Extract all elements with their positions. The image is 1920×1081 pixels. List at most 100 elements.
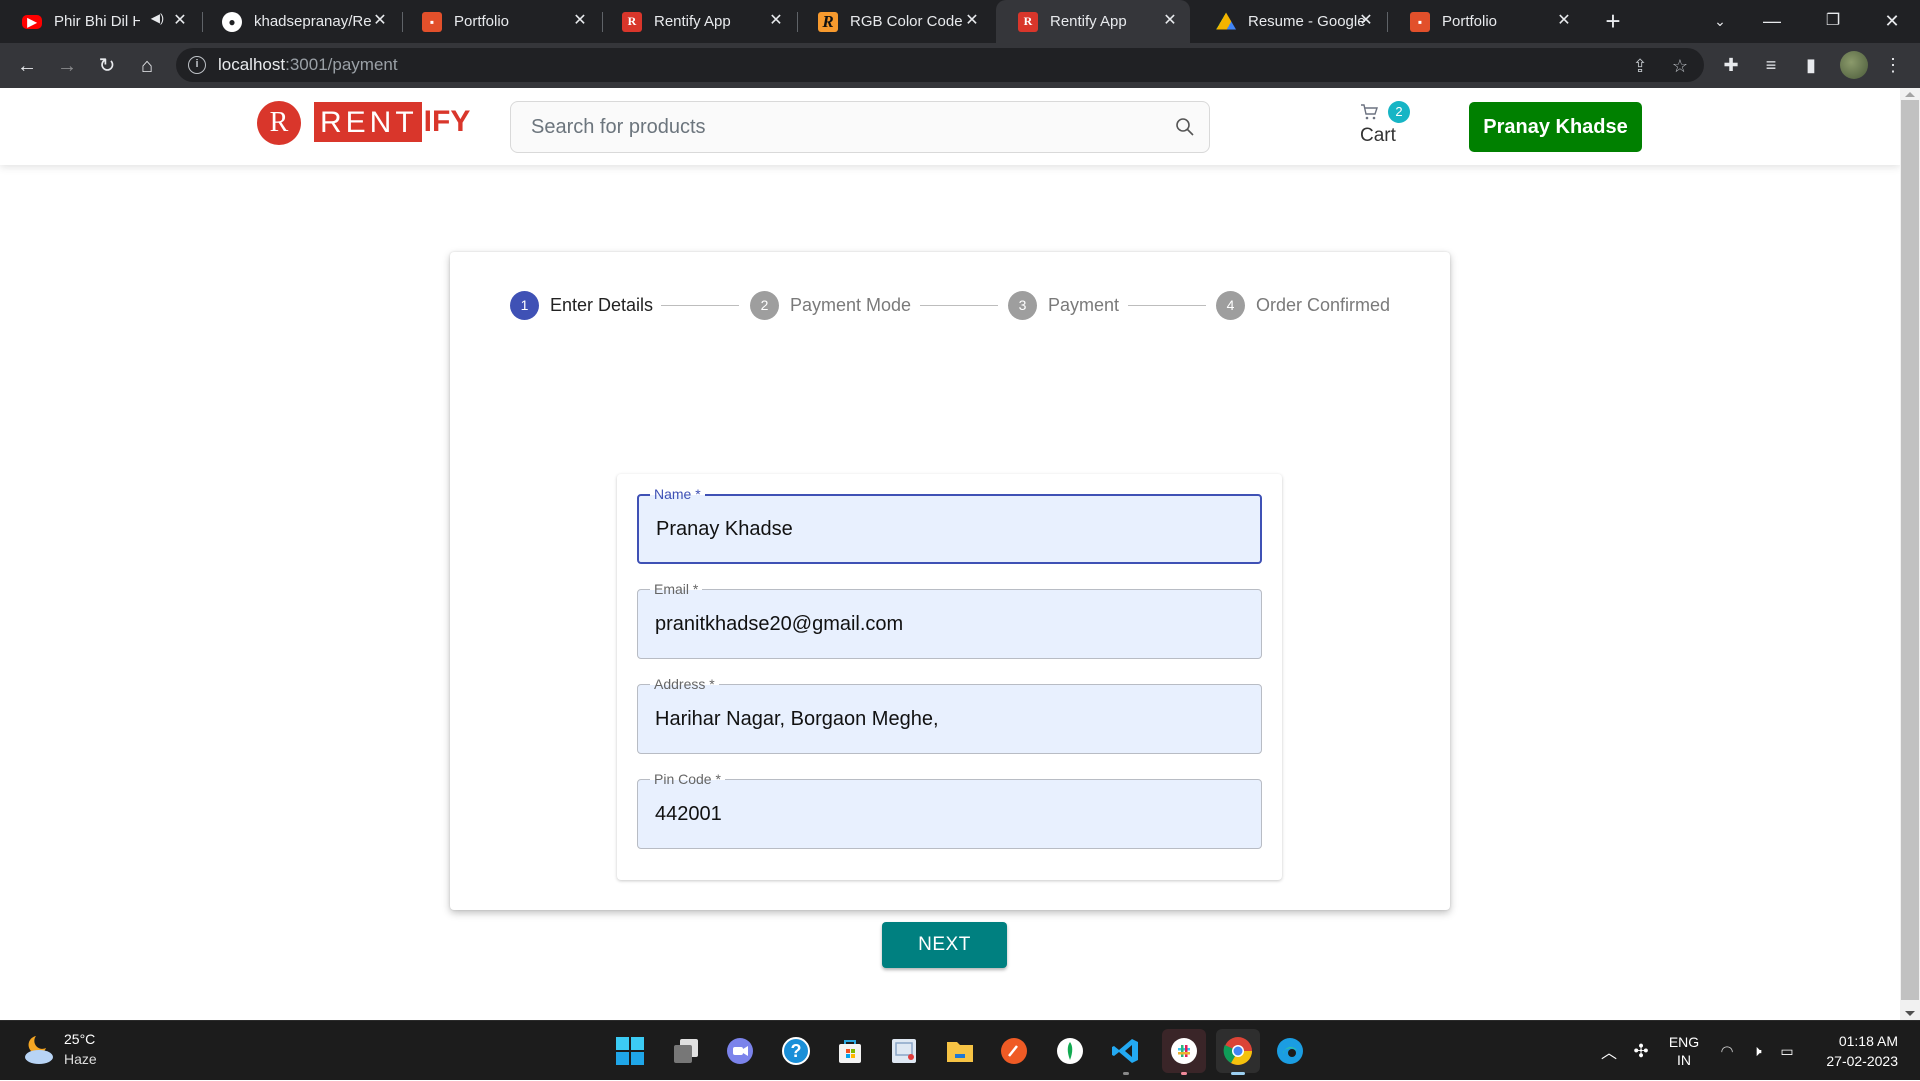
running-indicator bbox=[1123, 1072, 1129, 1075]
system-clock[interactable]: 01:18 AM 27-02-2023 bbox=[1826, 1031, 1898, 1071]
slack-icon[interactable] bbox=[1162, 1029, 1206, 1075]
home-button[interactable]: ⌂ bbox=[132, 51, 162, 81]
address-input[interactable] bbox=[638, 685, 1261, 753]
rentify-logo-icon[interactable]: R bbox=[257, 101, 301, 145]
browser-tab-strip: ▶ Phir Bhi Dil Ha ◀) ✕ ● khadsepranay/Re… bbox=[0, 0, 1920, 43]
site-info-icon[interactable]: i bbox=[188, 56, 206, 74]
browser-tab[interactable]: ▪ Portfolio ✕ bbox=[400, 0, 600, 43]
step-connector bbox=[920, 305, 998, 306]
chrome-icon[interactable] bbox=[1216, 1029, 1260, 1075]
snipping-tool-icon[interactable] bbox=[886, 1033, 922, 1069]
browser-tab[interactable]: R Rentify App ✕ bbox=[600, 0, 796, 43]
address-field: Address * bbox=[637, 676, 1262, 754]
scroll-down-arrow-icon[interactable] bbox=[1905, 1011, 1915, 1016]
browser-tab[interactable]: ▪ Portfolio ✕ bbox=[1388, 0, 1584, 43]
close-tab-icon[interactable]: ✕ bbox=[570, 11, 590, 31]
scrollbar-thumb[interactable] bbox=[1901, 100, 1919, 1000]
back-button[interactable]: ← bbox=[12, 51, 42, 81]
name-field: Name * bbox=[637, 486, 1262, 564]
tab-search-chevron-icon[interactable]: ⌄ bbox=[1700, 6, 1740, 36]
address-bar[interactable]: i localhost:3001/payment ⇪ ☆ bbox=[176, 48, 1704, 82]
step-label: Enter Details bbox=[550, 294, 654, 315]
step-label: Payment bbox=[1048, 294, 1120, 315]
rgb-r-icon: R bbox=[818, 11, 838, 32]
active-indicator bbox=[1231, 1072, 1245, 1075]
cart-label: Cart bbox=[1360, 125, 1396, 146]
step-connector bbox=[661, 305, 739, 306]
restore-button[interactable]: ❐ bbox=[1813, 6, 1853, 36]
step-number: 3 bbox=[1008, 290, 1037, 320]
close-tab-icon[interactable]: ✕ bbox=[1160, 11, 1180, 31]
checkout-stepper: 1 Enter Details 2 Payment Mode 3 Payment… bbox=[510, 290, 1390, 320]
step-number: 1 bbox=[510, 290, 539, 320]
close-window-button[interactable]: ✕ bbox=[1872, 6, 1912, 36]
close-tab-icon[interactable]: ✕ bbox=[962, 11, 982, 31]
next-button[interactable]: NEXT bbox=[882, 922, 1007, 968]
rentify-icon: R bbox=[1018, 11, 1038, 32]
teams-chat-icon[interactable] bbox=[722, 1033, 758, 1069]
mongodb-compass-icon[interactable] bbox=[1052, 1033, 1088, 1069]
close-tab-icon[interactable]: ✕ bbox=[1554, 11, 1574, 31]
search-icon[interactable] bbox=[1175, 117, 1195, 137]
show-hidden-icons-chevron[interactable]: ︿ bbox=[1596, 1021, 1622, 1081]
edge-icon[interactable] bbox=[1272, 1033, 1308, 1069]
extensions-puzzle-icon[interactable]: ✚ bbox=[1718, 52, 1744, 78]
file-explorer-icon[interactable] bbox=[942, 1033, 978, 1069]
speaker-icon[interactable]: ◀) bbox=[151, 11, 164, 25]
side-panel-icon[interactable]: ▮ bbox=[1798, 52, 1824, 78]
get-help-icon[interactable]: ? bbox=[778, 1033, 814, 1069]
windows-start-icon[interactable] bbox=[612, 1033, 648, 1069]
browser-tab[interactable]: ▶ Phir Bhi Dil Ha ◀) ✕ bbox=[0, 0, 200, 43]
task-view-icon[interactable] bbox=[668, 1033, 704, 1069]
browser-tab[interactable]: R RGB Color Codes ✕ bbox=[796, 0, 992, 43]
browser-tab[interactable]: ● khadsepranay/Re ✕ bbox=[200, 0, 400, 43]
cart-link[interactable]: 2 Cart bbox=[1358, 101, 1418, 153]
battery-charging-icon[interactable]: ▭ bbox=[1774, 1021, 1800, 1081]
page-scrollbar[interactable] bbox=[1900, 88, 1920, 1020]
scroll-up-arrow-icon[interactable] bbox=[1905, 92, 1915, 97]
language-indicator[interactable]: ENG IN bbox=[1664, 1021, 1704, 1081]
page-viewport: R RENT IFY 2 Cart Pranay Khadse 1 En bbox=[0, 88, 1920, 1020]
vscode-icon[interactable] bbox=[1108, 1033, 1144, 1075]
youtube-icon: ▶ bbox=[22, 14, 42, 29]
close-tab-icon[interactable]: ✕ bbox=[170, 11, 190, 31]
minimize-button[interactable]: — bbox=[1752, 6, 1792, 36]
rentify-icon: R bbox=[622, 11, 642, 32]
bookmark-star-icon[interactable]: ☆ bbox=[1668, 54, 1692, 78]
pincode-input[interactable] bbox=[638, 780, 1261, 848]
forward-button[interactable]: → bbox=[52, 51, 82, 81]
user-profile-button[interactable]: Pranay Khadse bbox=[1469, 102, 1642, 152]
cart-icon bbox=[1361, 104, 1378, 120]
rentify-logo[interactable]: RENT IFY bbox=[314, 102, 470, 142]
microsoft-store-icon[interactable] bbox=[832, 1033, 868, 1069]
browser-menu-icon[interactable]: ⋮ bbox=[1880, 52, 1906, 78]
close-tab-icon[interactable]: ✕ bbox=[1356, 11, 1376, 31]
wifi-icon[interactable]: ◠ bbox=[1714, 1021, 1740, 1081]
new-tab-button[interactable]: + bbox=[1600, 8, 1626, 34]
reload-button[interactable]: ↻ bbox=[92, 51, 122, 81]
profile-avatar[interactable] bbox=[1840, 51, 1868, 79]
search-input[interactable] bbox=[511, 102, 1151, 152]
app-header: R RENT IFY 2 Cart Pranay Khadse bbox=[0, 88, 1900, 165]
volume-icon[interactable]: 🕨 bbox=[1744, 1021, 1770, 1081]
browser-tab-active[interactable]: R Rentify App ✕ bbox=[996, 0, 1190, 43]
email-input[interactable] bbox=[638, 590, 1261, 658]
cart-count-badge: 2 bbox=[1388, 101, 1410, 123]
step-label: Payment Mode bbox=[790, 294, 912, 315]
url-text[interactable]: localhost:3001/payment bbox=[218, 55, 398, 75]
portfolio-icon: ▪ bbox=[422, 11, 442, 32]
google-drive-icon bbox=[1216, 12, 1236, 30]
name-label: Name * bbox=[650, 486, 705, 502]
postman-icon[interactable] bbox=[996, 1033, 1032, 1069]
browser-tab[interactable]: Resume - Google ✕ bbox=[1194, 0, 1386, 43]
close-tab-icon[interactable]: ✕ bbox=[766, 11, 786, 31]
checkout-card: 1 Enter Details 2 Payment Mode 3 Payment… bbox=[450, 252, 1450, 968]
step-number: 4 bbox=[1216, 290, 1245, 320]
weather-temperature: 25°C bbox=[64, 1031, 96, 1047]
slack-tray-icon[interactable]: ✣ bbox=[1628, 1021, 1654, 1081]
close-tab-icon[interactable]: ✕ bbox=[370, 11, 390, 31]
share-icon[interactable]: ⇪ bbox=[1628, 54, 1652, 78]
name-input[interactable] bbox=[639, 496, 1260, 562]
weather-moon-cloud-icon[interactable] bbox=[22, 1033, 56, 1067]
media-control-icon[interactable]: ≡ bbox=[1758, 52, 1784, 78]
